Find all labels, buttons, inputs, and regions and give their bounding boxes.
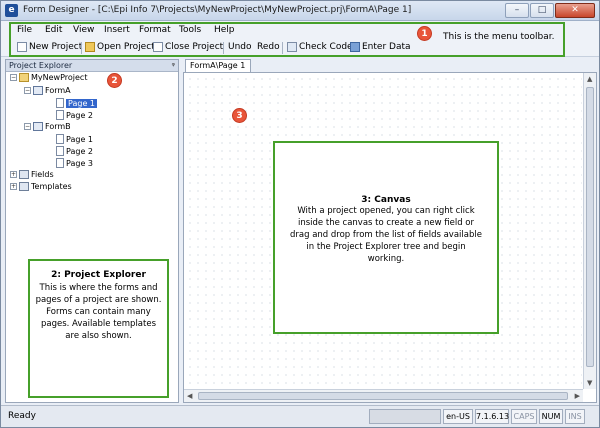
- tree-label-form-b: FormB: [45, 122, 71, 131]
- tree-node-form-a-page-1[interactable]: Page 1: [56, 98, 97, 108]
- vertical-scroll-thumb[interactable]: [586, 87, 594, 367]
- scroll-up-icon[interactable]: ▲: [587, 75, 592, 83]
- tree-label-page: Page 2: [66, 110, 93, 120]
- annotation-badge-3: 3: [232, 108, 247, 123]
- status-caps: CAPS: [511, 409, 537, 424]
- horizontal-scroll-thumb[interactable]: [198, 392, 568, 400]
- window-title: Form Designer - [C:\Epi Info 7\Projects\…: [23, 5, 412, 15]
- status-locale: en-US: [443, 409, 473, 424]
- tree-node-form-b-page-2[interactable]: Page 2: [56, 146, 93, 156]
- collapse-icon[interactable]: −: [24, 87, 31, 94]
- menu-annotation-text: This is the menu toolbar.: [443, 32, 555, 42]
- page-icon: [56, 134, 64, 144]
- fields-icon: [19, 170, 29, 179]
- scroll-right-icon[interactable]: ▶: [575, 392, 580, 400]
- project-explorer-panel: Project Explorer ᵠ − MyNewProject 2 − Fo…: [5, 59, 179, 403]
- collapse-icon[interactable]: −: [10, 74, 17, 81]
- tree-label-templates: Templates: [31, 182, 72, 191]
- progress-panel: [369, 409, 441, 424]
- window-controls: – □ ✕: [505, 3, 595, 18]
- scroll-left-icon[interactable]: ◀: [187, 392, 192, 400]
- collapse-icon[interactable]: −: [24, 123, 31, 130]
- templates-icon: [19, 182, 29, 191]
- tree-node-fields[interactable]: + Fields: [10, 170, 54, 179]
- project-explorer-title: Project Explorer: [9, 61, 73, 70]
- expand-icon[interactable]: +: [10, 171, 17, 178]
- project-explorer-header: Project Explorer ᵠ: [6, 60, 178, 72]
- horizontal-scrollbar[interactable]: ◀ ▶: [184, 389, 583, 402]
- tree-label-page: Page 2: [66, 146, 93, 156]
- tree-node-form-b-page-3[interactable]: Page 3: [56, 158, 93, 168]
- page-icon: [56, 110, 64, 120]
- tree-node-form-a-page-2[interactable]: Page 2: [56, 110, 93, 120]
- annotation-badge-2: 2: [107, 73, 122, 88]
- form-icon: [33, 86, 43, 95]
- maximize-button[interactable]: □: [530, 3, 554, 18]
- tree-node-project[interactable]: − MyNewProject: [10, 73, 87, 82]
- page-icon: [56, 158, 64, 168]
- tab-form-page[interactable]: FormA\Page 1: [185, 59, 251, 72]
- form-designer-window: e Form Designer - [C:\Epi Info 7\Project…: [0, 0, 600, 428]
- tree-node-form-b[interactable]: − FormB: [24, 122, 71, 131]
- tree-label-project: MyNewProject: [31, 73, 88, 82]
- app-icon: e: [5, 4, 18, 17]
- vertical-scrollbar[interactable]: ▲ ▼: [583, 73, 596, 389]
- callout-body: With a project opened, you can right cli…: [290, 206, 482, 264]
- tree-node-form-a[interactable]: − FormA: [24, 86, 71, 95]
- expand-icon[interactable]: +: [10, 183, 17, 190]
- project-explorer-callout: 2: Project Explorer This is where the fo…: [28, 259, 169, 398]
- tree-node-templates[interactable]: + Templates: [10, 182, 72, 191]
- callout-body: This is where the forms and pages of a p…: [35, 283, 162, 341]
- form-icon: [33, 122, 43, 131]
- canvas-callout: 3: Canvas With a project opened, you can…: [273, 141, 499, 334]
- scroll-down-icon[interactable]: ▼: [587, 379, 592, 387]
- page-icon: [56, 146, 64, 156]
- close-button[interactable]: ✕: [555, 3, 595, 18]
- status-version: 7.1.6.13: [475, 409, 509, 424]
- callout-title: 2: Project Explorer: [51, 270, 146, 280]
- pin-icon[interactable]: ᵠ: [172, 61, 175, 70]
- status-ins: INS: [565, 409, 585, 424]
- tree-label-fields: Fields: [31, 170, 54, 179]
- tree-label-form-a: FormA: [45, 86, 71, 95]
- annotation-badge-1: 1: [417, 26, 432, 41]
- status-num: NUM: [539, 409, 563, 424]
- minimize-button[interactable]: –: [505, 3, 529, 18]
- tree-label-page: Page 3: [66, 158, 93, 168]
- tree-label-page: Page 1: [66, 134, 93, 144]
- callout-title: 3: Canvas: [361, 195, 411, 205]
- tree-label-page: Page 1: [66, 98, 97, 108]
- status-bar: Ready en-US 7.1.6.13 CAPS NUM INS: [1, 405, 599, 427]
- tree-node-form-b-page-1[interactable]: Page 1: [56, 134, 93, 144]
- status-text: Ready: [8, 411, 36, 421]
- project-icon: [19, 73, 29, 82]
- page-icon: [56, 98, 64, 108]
- title-bar: e Form Designer - [C:\Epi Info 7\Project…: [1, 1, 599, 21]
